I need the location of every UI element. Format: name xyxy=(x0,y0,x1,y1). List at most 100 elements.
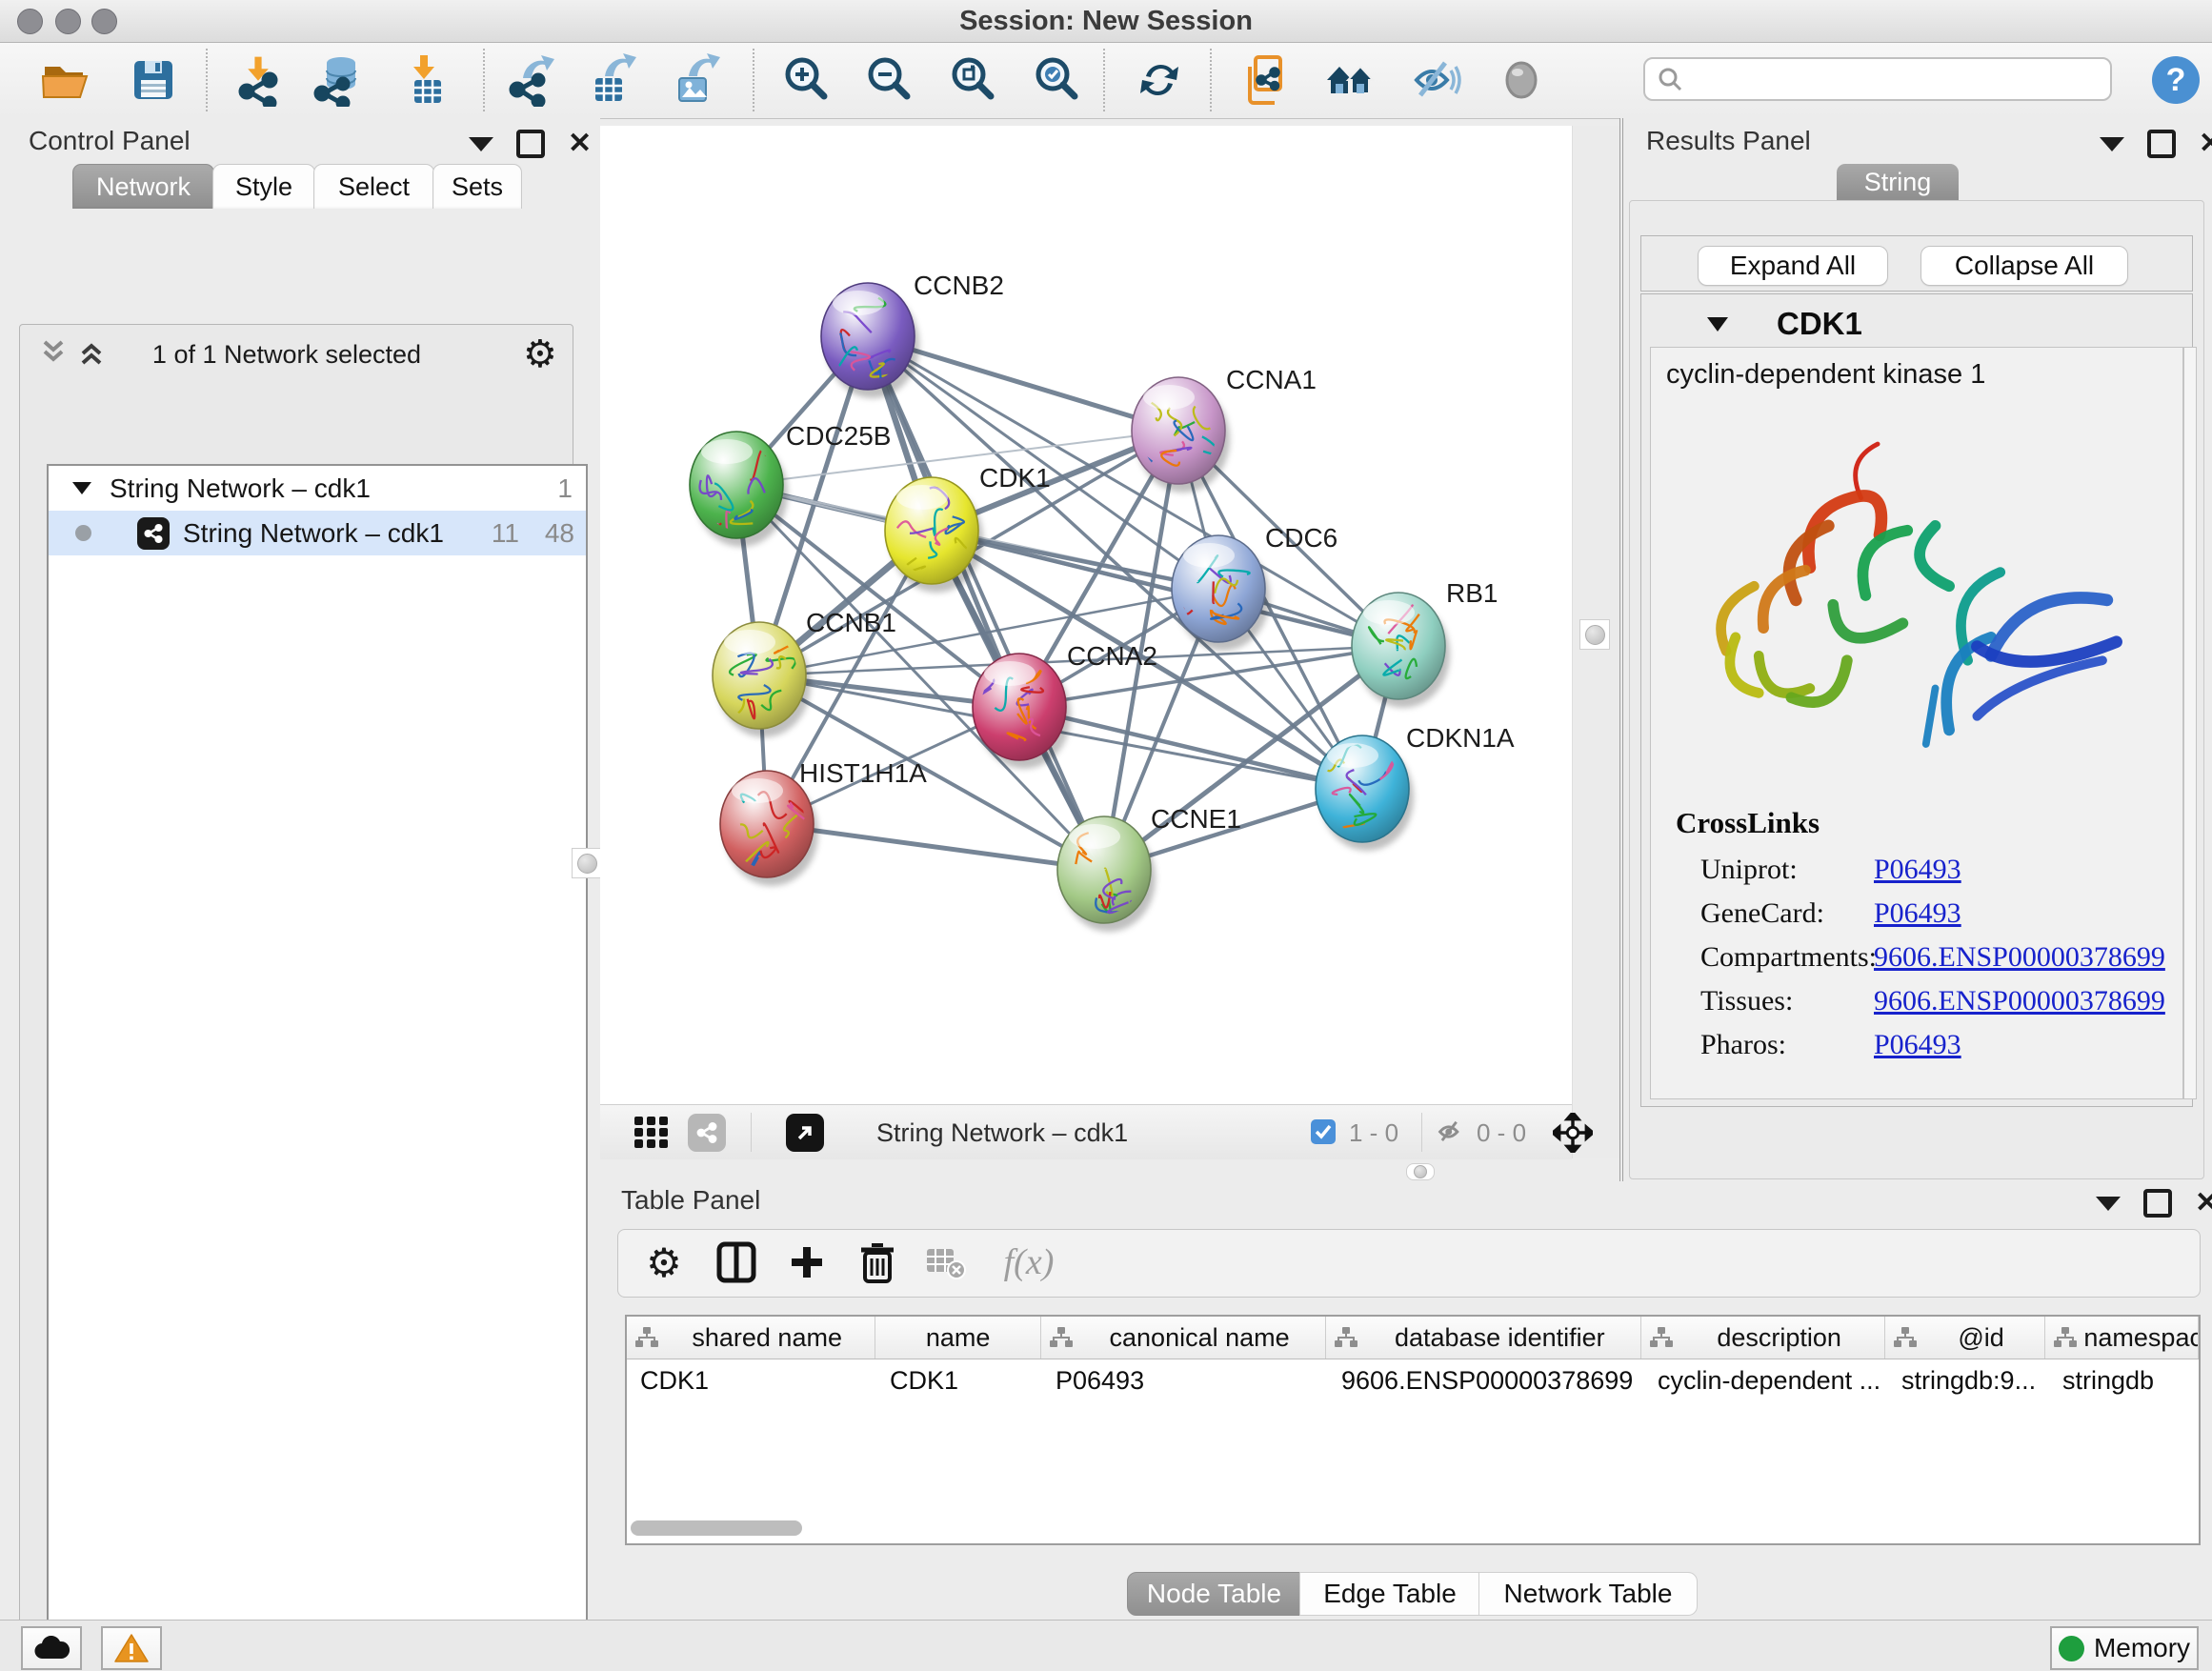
panel-float-icon[interactable] xyxy=(2147,130,2176,158)
results-scrollbar[interactable] xyxy=(2183,347,2197,1099)
node-CCNA2[interactable] xyxy=(973,654,1066,760)
left-splitter-handle[interactable] xyxy=(572,848,602,878)
column-header[interactable]: namespace xyxy=(2045,1317,2199,1359)
column-header-label: @id xyxy=(1918,1323,2045,1353)
apply-layout-button[interactable] xyxy=(1132,52,1187,108)
collapse-all-button[interactable]: Collapse All xyxy=(1920,246,2128,286)
column-header[interactable]: name xyxy=(875,1317,1041,1359)
network-row-selected[interactable]: String Network – cdk1 11 48 xyxy=(49,511,586,555)
column-header-label: namespace xyxy=(2078,1323,2199,1353)
column-header[interactable]: database identifier xyxy=(1326,1317,1641,1359)
plus-icon xyxy=(788,1243,826,1281)
zoom-in-button[interactable] xyxy=(778,52,834,108)
expand-all-networks-button[interactable] xyxy=(75,338,108,372)
create-column-button[interactable] xyxy=(783,1238,831,1286)
grid-view-button[interactable] xyxy=(634,1117,669,1154)
node-CDC25B[interactable] xyxy=(688,432,783,539)
network-list-options-button[interactable]: ⚙ xyxy=(523,332,557,376)
panel-float-icon[interactable] xyxy=(516,130,545,158)
import-table-from-file-button[interactable] xyxy=(400,52,455,108)
open-session-button[interactable] xyxy=(38,52,93,108)
zoom-out-button[interactable] xyxy=(861,52,916,108)
panel-menu-icon[interactable] xyxy=(2096,1197,2121,1211)
export-network-button[interactable] xyxy=(505,52,560,108)
crosslink-link[interactable]: 9606.ENSP00000378699 xyxy=(1874,985,2165,1017)
save-session-button[interactable] xyxy=(126,52,181,108)
import-network-from-database-button[interactable] xyxy=(312,52,367,108)
node-label-RB1: RB1 xyxy=(1446,578,1498,608)
first-neighbors-button[interactable] xyxy=(1322,52,1377,108)
houses-icon xyxy=(1323,53,1377,107)
crosslink-link[interactable]: 9606.ENSP00000378699 xyxy=(1874,941,2165,974)
collection-collapse-icon[interactable] xyxy=(70,473,94,504)
expand-all-button[interactable]: Expand All xyxy=(1698,246,1888,286)
export-table-button[interactable] xyxy=(585,52,640,108)
bottom-splitter-handle[interactable] xyxy=(1406,1163,1435,1180)
zoom-selected-button[interactable] xyxy=(1029,52,1084,108)
network-edge-count: 48 xyxy=(519,518,574,549)
cloud-button[interactable] xyxy=(21,1626,82,1670)
crosslink-label: Pharos: xyxy=(1700,1029,1786,1061)
network-selection-status: 1 of 1 Network selected xyxy=(115,340,458,370)
tab-string[interactable]: String xyxy=(1837,164,1959,201)
cloud-icon xyxy=(33,1636,70,1661)
table-horizontal-scrollbar[interactable] xyxy=(631,1520,802,1536)
node-CCNA1[interactable] xyxy=(1132,377,1225,484)
tab-node-table[interactable]: Node Table xyxy=(1127,1572,1301,1616)
tab-select[interactable]: Select xyxy=(313,164,434,209)
network-canvas[interactable]: CCNB2CCNA1CDC25BCDK1CDC6RB1CCNB1CCNA2CDK… xyxy=(600,126,1572,1104)
table-row[interactable]: CDK1CDK1P064939606.ENSP00000378699cyclin… xyxy=(627,1359,2199,1401)
warnings-button[interactable] xyxy=(101,1626,162,1670)
navigator-button[interactable] xyxy=(1553,1113,1593,1158)
network-list-panel: 1 of 1 Network selected ⚙ String Network… xyxy=(19,324,573,1671)
search-icon xyxy=(1657,66,1683,92)
crosslink-label: Uniprot: xyxy=(1700,854,1798,886)
node-CDK1[interactable] xyxy=(885,477,978,584)
checkbox-icon xyxy=(1310,1118,1337,1145)
memory-button[interactable]: Memory xyxy=(2050,1626,2199,1670)
crosslink-link[interactable]: P06493 xyxy=(1874,1029,1961,1061)
node-CCNB2[interactable] xyxy=(821,283,915,390)
panel-menu-icon[interactable] xyxy=(2100,137,2124,151)
external-arrow-icon xyxy=(794,1122,815,1143)
show-all-button[interactable] xyxy=(1494,52,1549,108)
detach-view-button[interactable] xyxy=(786,1114,824,1152)
column-header[interactable]: @id xyxy=(1885,1317,2046,1359)
table-options-button[interactable]: ⚙ xyxy=(640,1238,688,1286)
node-RB1[interactable] xyxy=(1352,593,1445,699)
tab-sets[interactable]: Sets xyxy=(432,164,522,209)
import-network-from-file-button[interactable] xyxy=(232,52,288,108)
export-image-button[interactable] xyxy=(669,52,724,108)
network-view-mode-button[interactable] xyxy=(688,1114,726,1152)
crosslink-link[interactable]: P06493 xyxy=(1874,897,1961,930)
panel-close-icon[interactable]: ✕ xyxy=(2195,1193,2212,1214)
panel-close-icon[interactable]: ✕ xyxy=(568,133,592,154)
tab-network[interactable]: Network xyxy=(72,164,214,209)
node-CCNB1[interactable] xyxy=(713,622,806,729)
right-splitter-handle[interactable] xyxy=(1579,619,1610,650)
tab-network-table[interactable]: Network Table xyxy=(1478,1572,1698,1616)
show-columns-button[interactable] xyxy=(713,1238,760,1286)
help-button[interactable]: ? xyxy=(2148,52,2203,108)
panel-menu-icon[interactable] xyxy=(469,137,493,151)
selected-checkbox[interactable] xyxy=(1310,1118,1337,1150)
panel-close-icon[interactable]: ✕ xyxy=(2199,133,2212,154)
zoom-fit-button[interactable] xyxy=(945,52,1000,108)
tab-style[interactable]: Style xyxy=(212,164,315,209)
new-network-from-selection-button[interactable] xyxy=(1239,52,1295,108)
crosslink-link[interactable]: P06493 xyxy=(1874,854,1961,886)
delete-column-button[interactable] xyxy=(854,1238,901,1286)
section-collapse-icon[interactable] xyxy=(1704,313,1731,339)
panel-float-icon[interactable] xyxy=(2143,1189,2172,1218)
column-header[interactable]: canonical name xyxy=(1041,1317,1326,1359)
network-collection-row[interactable]: String Network – cdk1 1 xyxy=(49,466,586,511)
node-CDC6[interactable] xyxy=(1172,535,1265,642)
collapse-all-networks-button[interactable] xyxy=(37,338,70,372)
column-header[interactable]: description xyxy=(1641,1317,1884,1359)
node-CDKN1A[interactable] xyxy=(1316,735,1409,842)
hide-selected-button[interactable] xyxy=(1408,52,1463,108)
node-label-CCNB2: CCNB2 xyxy=(914,271,1004,300)
search-input[interactable] xyxy=(1643,57,2112,101)
column-header[interactable]: shared name xyxy=(627,1317,875,1359)
tab-edge-table[interactable]: Edge Table xyxy=(1299,1572,1480,1616)
